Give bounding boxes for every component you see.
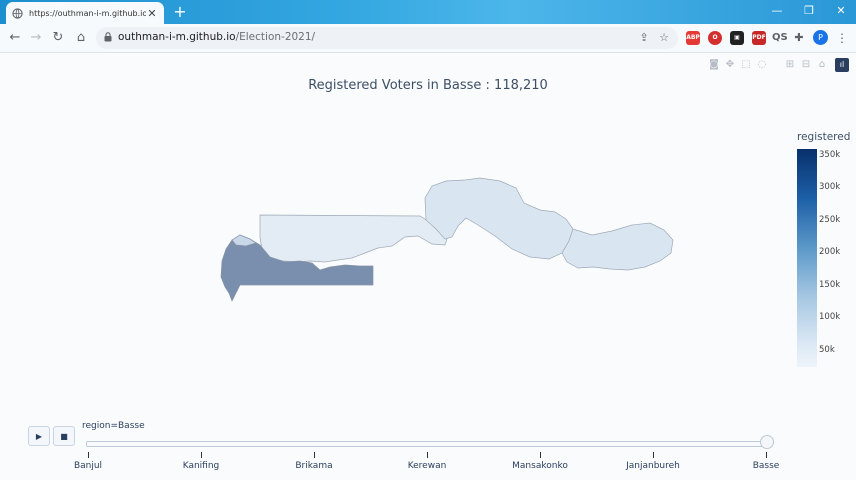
browser-tab-strip: https://outhman-i-m.github.io/Elec ✕ + —… — [0, 0, 856, 24]
region-central[interactable] — [259, 214, 448, 263]
slider-tick — [540, 452, 541, 458]
slider-handle[interactable] — [760, 435, 774, 449]
slider-step-banjul[interactable]: Banjul — [74, 461, 102, 471]
slider-step-kanifing[interactable]: Kanifing — [183, 461, 220, 471]
address-bar[interactable]: outhman-i-m.github.io/Election-2021/ ⇪ ☆ — [96, 27, 678, 49]
qs-extension-icon[interactable]: QS — [772, 31, 788, 45]
play-button[interactable]: ▶ — [28, 426, 50, 446]
url-text: outhman-i-m.github.io/Election-2021/ — [118, 31, 315, 43]
puzzle-extensions-icon[interactable]: ✚ — [792, 31, 806, 45]
close-window-icon[interactable]: ✕ — [826, 0, 856, 24]
home-icon[interactable]: ⌂ — [72, 29, 90, 47]
region-basse[interactable] — [561, 222, 674, 271]
slider-step-basse[interactable]: Basse — [753, 461, 780, 471]
menu-kebab-icon[interactable]: ⋮ — [836, 30, 848, 46]
back-icon[interactable]: ← — [6, 29, 24, 47]
slider-step-kerewan[interactable]: Kerewan — [408, 461, 447, 471]
colorbar-title: registered — [797, 131, 851, 143]
profile-avatar[interactable]: P — [813, 30, 828, 45]
browser-toolbar: ← → ↻ ⌂ outhman-i-m.github.io/Election-2… — [0, 24, 856, 53]
colorbar-tick: 50k — [819, 345, 835, 355]
tab-title: https://outhman-i-m.github.io/Elec — [29, 8, 146, 18]
forward-icon[interactable]: → — [27, 29, 45, 47]
region-janjanbureh[interactable] — [424, 177, 574, 260]
region-kanifing[interactable] — [231, 234, 257, 247]
globe-icon — [12, 7, 23, 19]
slider-step-janjanbureh[interactable]: Janjanbureh — [626, 461, 680, 471]
slider-tick — [314, 452, 315, 458]
tab-close-icon[interactable]: ✕ — [146, 7, 158, 20]
browser-tab[interactable]: https://outhman-i-m.github.io/Elec ✕ — [6, 2, 164, 24]
share-icon[interactable]: ⇪ — [636, 30, 652, 46]
slider-tick — [88, 452, 89, 458]
maximize-icon[interactable]: ❐ — [794, 0, 824, 24]
pdf-extension-icon[interactable]: PDF — [752, 31, 766, 45]
extension-icon[interactable]: ▣ — [730, 31, 744, 45]
colorbar-tick: 100k — [819, 312, 841, 322]
colorbar — [797, 149, 817, 367]
slider-step-brikama[interactable]: Brikama — [295, 461, 332, 471]
bookmark-star-icon[interactable]: ☆ — [656, 30, 672, 46]
slider-tick — [653, 452, 654, 458]
colorbar-tick: 300k — [819, 182, 841, 192]
colorbar-tick: 350k — [819, 150, 841, 160]
slider-tick — [201, 452, 202, 458]
slider-current-value: region=Basse — [82, 421, 145, 431]
colorbar-tick: 150k — [819, 280, 841, 290]
colorbar-tick: 250k — [819, 215, 841, 225]
reload-icon[interactable]: ↻ — [49, 29, 67, 47]
slider-tick — [766, 452, 767, 458]
slider-tick — [427, 452, 428, 458]
url-host: outhman-i-m.github.io — [118, 31, 236, 43]
stop-button[interactable]: ■ — [53, 426, 75, 446]
adblock-extension-icon[interactable]: ABP — [686, 31, 700, 45]
opera-extension-icon[interactable]: O — [708, 31, 722, 45]
minimize-icon[interactable]: — — [762, 0, 792, 24]
lock-icon — [104, 32, 112, 42]
slider-step-mansakonko[interactable]: Mansakonko — [512, 461, 568, 471]
colorbar-tick: 200k — [819, 247, 841, 257]
url-path: /Election-2021/ — [235, 31, 316, 43]
gambia-choropleth-map — [220, 177, 674, 302]
slider-rail[interactable] — [86, 441, 770, 447]
new-tab-button[interactable]: + — [170, 2, 190, 22]
page-content: ◙ ✥ ⬚ ◌ ⊞ ⊟ ⌂ ıl Registered Voters in Ba… — [0, 53, 856, 480]
